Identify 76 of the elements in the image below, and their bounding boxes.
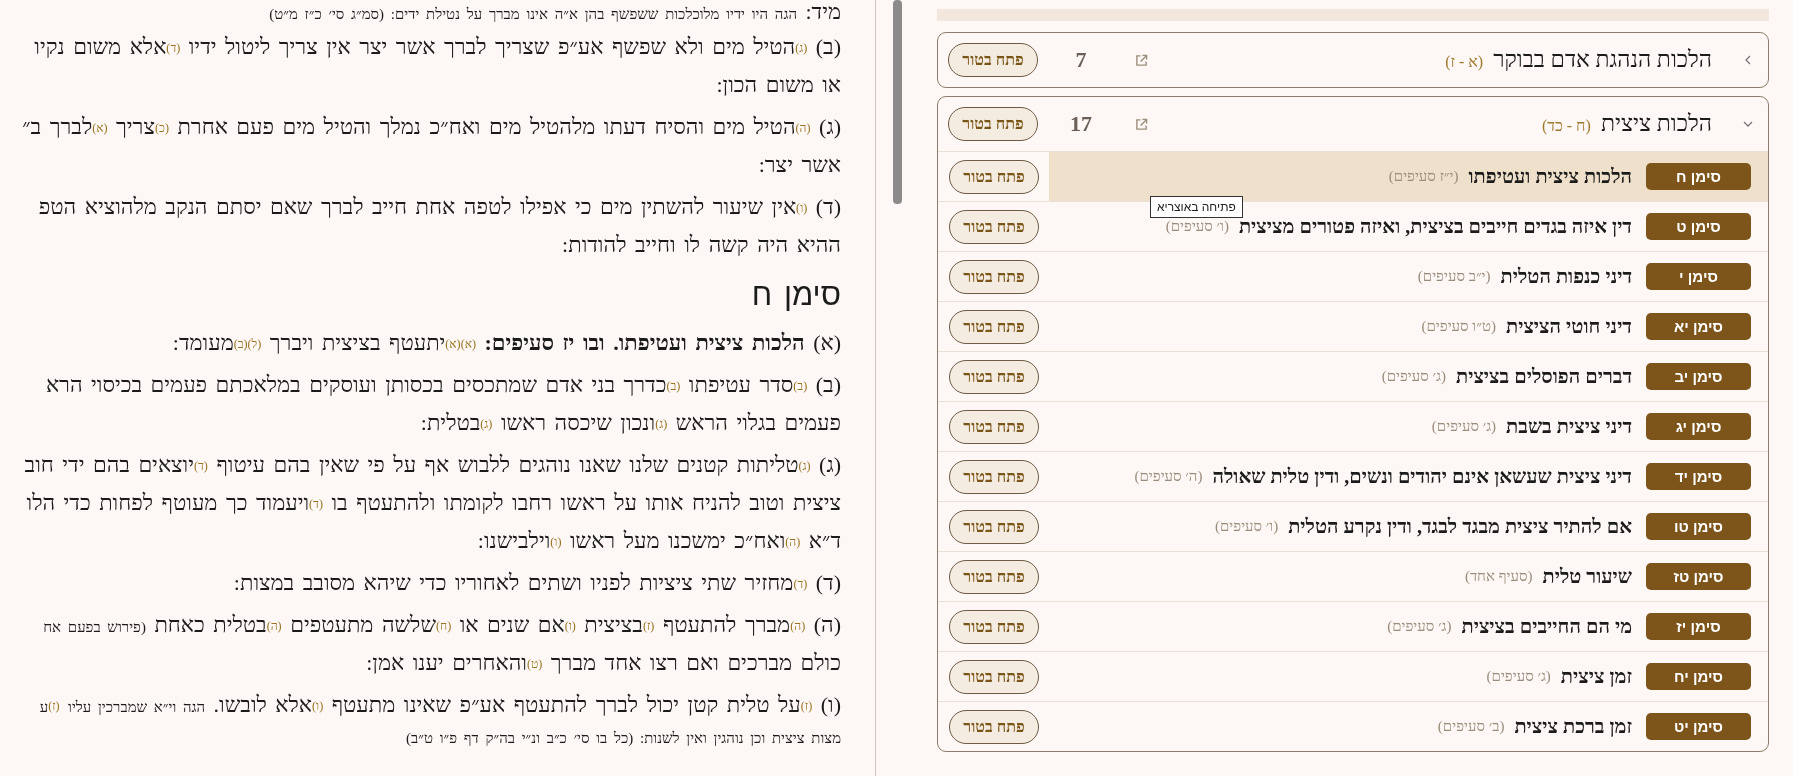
siman-title: דיני ציצית בשבת: [1506, 415, 1632, 438]
section-heading: סימן ח: [751, 276, 841, 314]
siman-badge: סימן ט: [1646, 213, 1751, 240]
tooltip: פתיחה באוצריא: [1150, 196, 1243, 218]
siman-badge: סימן יד: [1646, 463, 1751, 490]
open-in-column-button[interactable]: פתח בטור: [949, 459, 1039, 494]
siman-row[interactable]: סימן יז מי הם החייבים בציצית (ג׳ סעיפים): [1049, 602, 1768, 651]
text-line: אשר יצר:: [758, 151, 841, 179]
paragraph-count: (ג׳ סעיפים): [1387, 618, 1452, 635]
siman-title: זמן ציצית: [1560, 665, 1632, 688]
text-line: מצות ציצית וכן נוהגין ואין לשנות: (כל בו סי׳ כ״ב ונ״י בה״ק דף פ״ו ט״ב): [406, 729, 841, 748]
paragraph-count: (ו׳ סעיפים): [1165, 218, 1229, 235]
paragraph-count: (ה׳ סעיפים): [1134, 468, 1203, 485]
open-in-column-button[interactable]: פתח בטור: [949, 359, 1039, 394]
section-title: הלכות הנהגת אדם בבוקר: [1493, 47, 1712, 73]
paragraph-count: (ג׳ סעיפים): [1486, 668, 1551, 685]
open-in-column-button[interactable]: פתח בטור: [948, 107, 1038, 141]
open-in-column-button[interactable]: פתח בטור: [949, 409, 1039, 444]
siman-row[interactable]: סימן טז שיעור טלית (סעיף אחד): [1049, 552, 1768, 601]
paragraph-count: (ג׳ סעיפים): [1431, 418, 1497, 435]
range-label: (א - ז): [1445, 53, 1484, 71]
paragraph-count: (ג׳ סעיפים): [1381, 368, 1446, 385]
open-in-column-button[interactable]: פתח בטור: [949, 209, 1039, 244]
text-line: ההיא היה קשה לו וחייב להודות:: [562, 231, 841, 259]
siman-row[interactable]: סימן יח זמן ציצית (ג׳ סעיפים): [1049, 652, 1768, 701]
siman-row[interactable]: סימן יד דיני ציצית שעשאן אינם יהודים ונשים, ודין טלית שאולה (ה׳ סעיפים): [1049, 452, 1768, 501]
open-in-column-button[interactable]: פתח בטור: [949, 609, 1039, 644]
range-label: (ח - כד): [1541, 117, 1591, 135]
open-in-column-button[interactable]: פתח בטור: [949, 309, 1039, 344]
siman-title: דיני ציצית שעשאן אינם יהודים ונשים, ודין טלית שאולה: [1212, 465, 1632, 488]
section-title: הלכות ציצית: [1600, 111, 1712, 137]
text-line: או משום הכון:: [716, 71, 841, 99]
open-in-column-button[interactable]: פתח בטור: [949, 159, 1039, 194]
paragraph-count: (י״ז סעיפים): [1388, 168, 1459, 185]
siman-title: שיעור טלית: [1542, 565, 1632, 588]
open-in-column-button[interactable]: פתח בטור: [949, 659, 1039, 694]
paragraph-count: (ב׳ סעיפים): [1437, 718, 1505, 735]
open-in-column-button[interactable]: פתח בטור: [949, 259, 1039, 294]
siman-title: הלכות ציצית ועטיפתו: [1468, 165, 1632, 188]
siman-title: דיני חוטי הציצית: [1505, 315, 1632, 338]
open-in-column-button[interactable]: פתח בטור: [948, 43, 1038, 77]
open-in-column-button[interactable]: פתח בטור: [949, 709, 1039, 744]
siman-count: 7: [1074, 47, 1088, 73]
siman-badge: סימן יב: [1646, 363, 1751, 390]
open-in-column-button[interactable]: פתח בטור: [949, 509, 1039, 544]
siman-badge: סימן יג: [1646, 413, 1751, 440]
siman-badge: סימן יא: [1646, 313, 1751, 340]
siman-badge: סימן יח: [1646, 663, 1751, 690]
open-in-column-button[interactable]: פתח בטור: [949, 559, 1039, 594]
siman-row[interactable]: סימן טו אם להתיר ציצית מבגד לבגד, ודין נקרע הטלית (ו׳ סעיפים): [1049, 502, 1768, 551]
siman-title: זמן ברכת ציצית: [1514, 715, 1632, 738]
siman-title: דיני כנפות הטלית: [1500, 265, 1632, 288]
paragraph-count: (ט״ו סעיפים): [1421, 318, 1496, 335]
siman-count: 17: [1069, 111, 1093, 137]
siman-badge: סימן יט: [1646, 713, 1751, 740]
paragraph-count: (ו׳ סעיפים): [1215, 518, 1279, 535]
siman-badge: סימן טו: [1646, 513, 1751, 540]
paragraph-count: (י״ב סעיפים): [1417, 268, 1491, 285]
siman-badge: סימן ח: [1646, 163, 1751, 190]
siman-row[interactable]: סימן י דיני כנפות הטלית (י״ב סעיפים): [1049, 252, 1768, 301]
external-link-icon[interactable]: [1135, 53, 1148, 67]
siman-badge: סימן טז: [1646, 563, 1751, 590]
siman-badge: סימן יז: [1646, 613, 1751, 640]
siman-title: אם להתיר ציצית מבגד לבגד, ודין נקרע הטלית: [1288, 515, 1632, 538]
siman-row[interactable]: סימן יב דברים הפוסלים בציצית (ג׳ סעיפים): [1049, 352, 1768, 401]
paragraph-count: (סעיף אחד): [1464, 568, 1533, 585]
siman-title: מי הם החייבים בציצית: [1461, 615, 1632, 638]
siman-row[interactable]: סימן יג דיני ציצית בשבת (ג׳ סעיפים): [1049, 402, 1768, 451]
external-link-icon[interactable]: [1135, 117, 1148, 131]
siman-row[interactable]: סימן ח הלכות ציצית ועטיפתו (י״ז סעיפים): [1049, 152, 1768, 201]
siman-row[interactable]: סימן יט זמן ברכת ציצית (ב׳ סעיפים): [1049, 702, 1768, 751]
siman-badge: סימן י: [1646, 263, 1751, 290]
siman-title: דין איזה בגדים חייבים בציצית, ואיזה פטורים מציצית: [1238, 215, 1632, 238]
scrollbar-thumb[interactable]: [893, 0, 902, 204]
siman-row[interactable]: סימן יא דיני חוטי הציצית (ט״ו סעיפים): [1049, 302, 1768, 351]
siman-title: דברים הפוסלים בציצית: [1455, 365, 1632, 388]
